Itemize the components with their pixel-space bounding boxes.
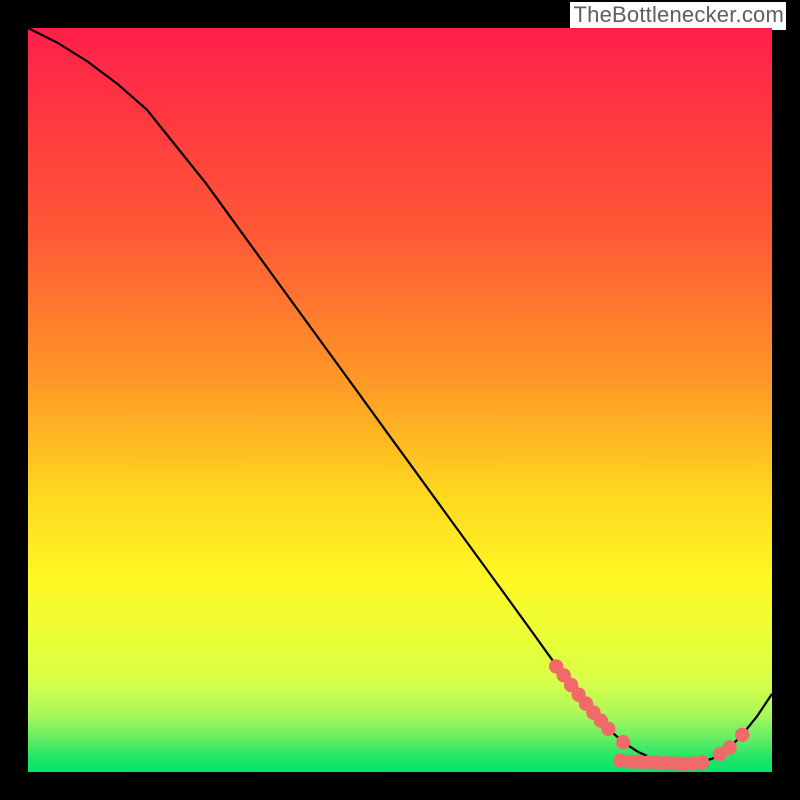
chart-area	[28, 28, 772, 772]
marker-dot	[722, 740, 736, 754]
bottleneck-chart	[28, 28, 772, 772]
watermark-text: TheBottlenecker.com	[570, 2, 786, 30]
marker-dot	[695, 755, 709, 769]
marker-dot	[735, 728, 749, 742]
viewport: TheBottlenecker.com	[0, 0, 800, 800]
marker-dot	[601, 722, 615, 736]
gradient-background	[28, 28, 772, 772]
marker-dot	[616, 735, 630, 749]
